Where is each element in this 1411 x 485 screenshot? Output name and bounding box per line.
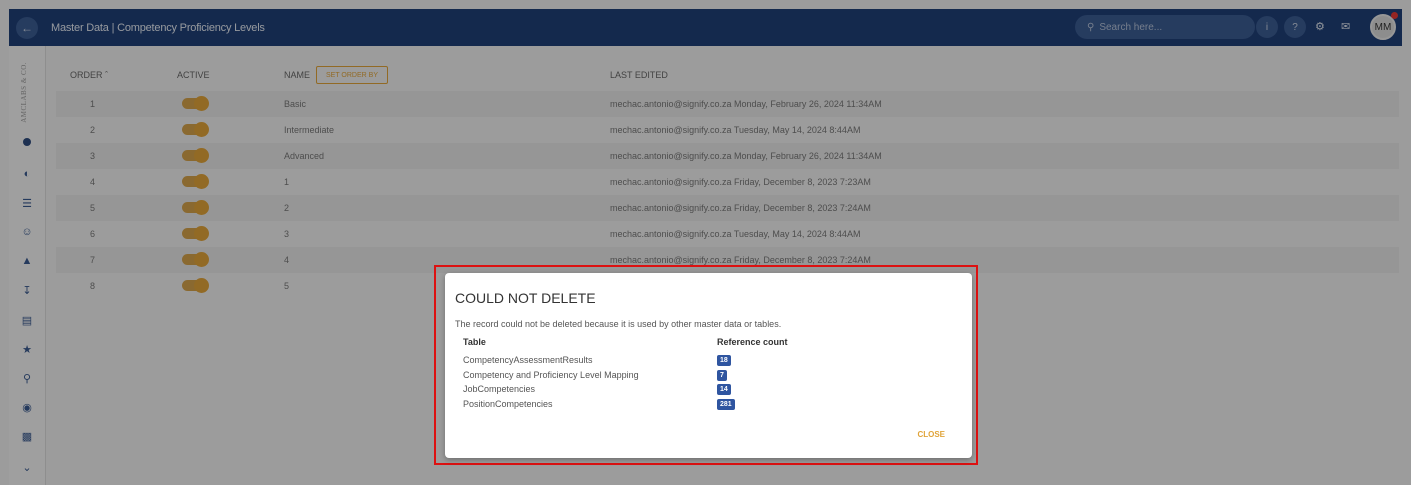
reference-count-badge: 14	[717, 384, 731, 395]
reference-count-badge: 18	[717, 355, 731, 366]
dialog-title: COULD NOT DELETE	[455, 290, 596, 306]
dialog-message: The record could not be deleted because …	[455, 319, 782, 329]
could-not-delete-dialog: COULD NOT DELETE The record could not be…	[445, 273, 972, 458]
column-header-reference-count: Reference count	[717, 337, 788, 347]
reference-count-badge: 7	[717, 370, 727, 381]
reference-table-name: CompetencyAssessmentResults	[463, 355, 593, 365]
reference-table-name: JobCompetencies	[463, 384, 536, 394]
column-header-table: Table	[463, 337, 486, 347]
reference-count-badge: 281	[717, 399, 735, 410]
reference-table-name: PositionCompetencies	[463, 399, 553, 409]
close-button[interactable]: CLOSE	[917, 430, 945, 439]
reference-table-name: Competency and Proficiency Level Mapping	[463, 370, 639, 380]
